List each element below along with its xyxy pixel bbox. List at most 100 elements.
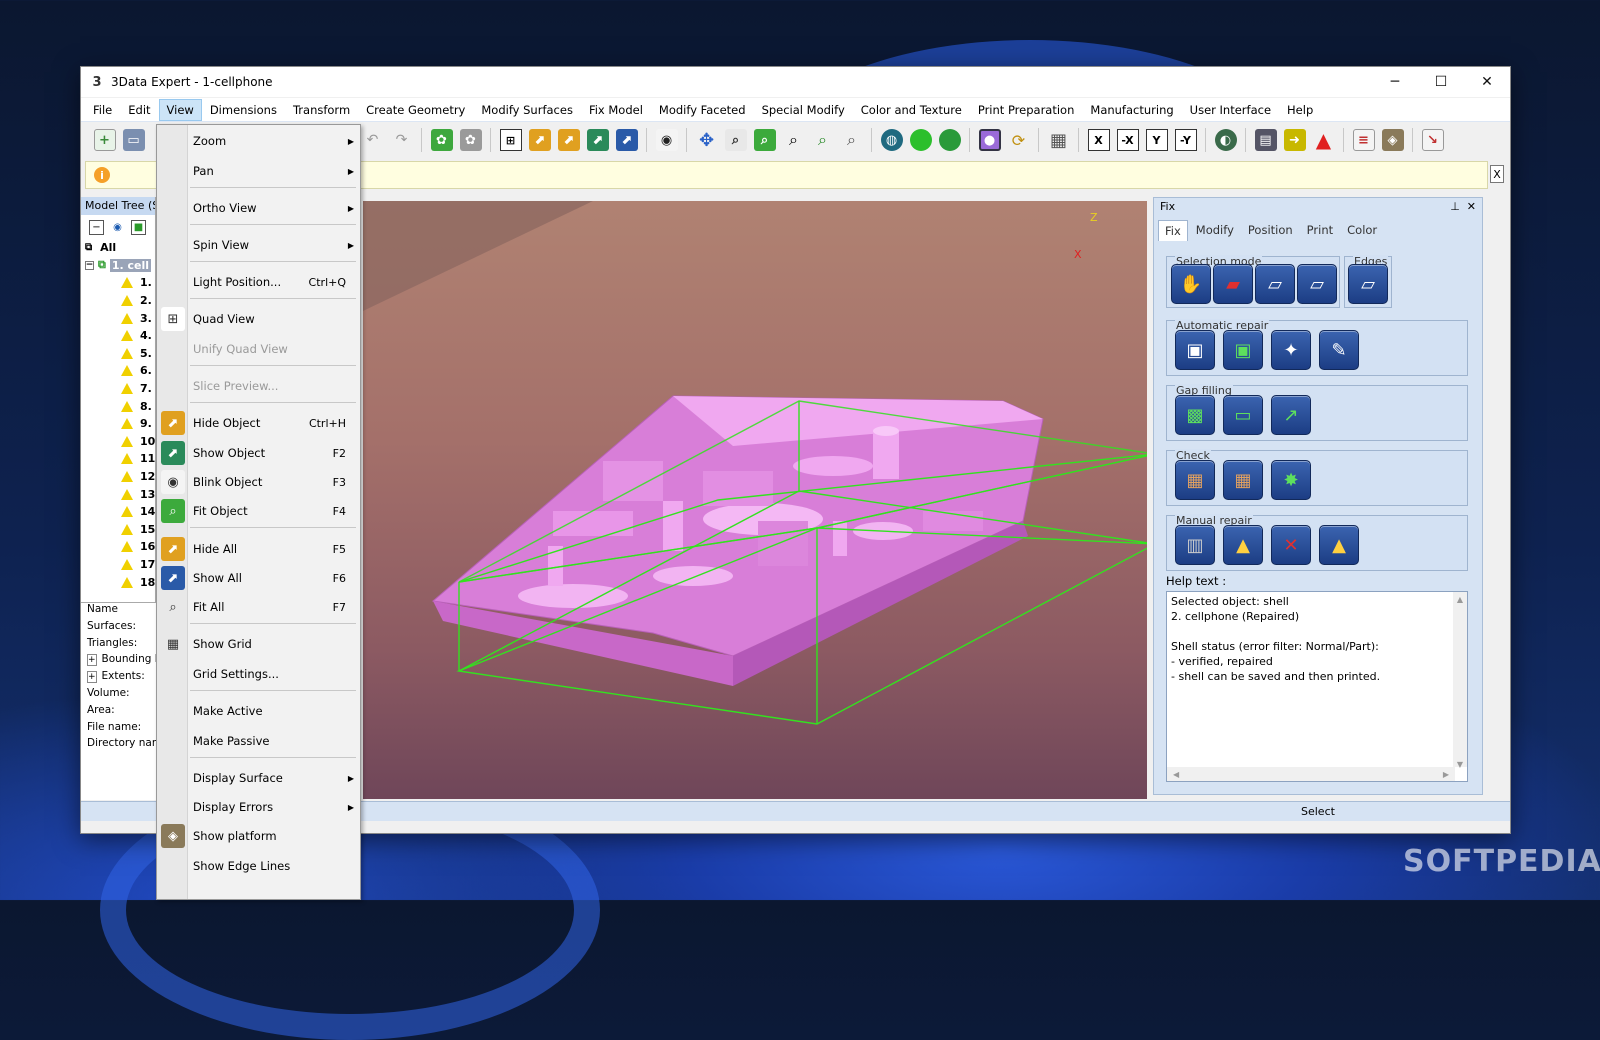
tree-shell-item[interactable]: 14 (81, 503, 155, 521)
show-all-button[interactable]: ⬈ (613, 127, 640, 154)
measure-button[interactable]: ↘ (1419, 127, 1446, 154)
tree-shell-item[interactable]: 18 (81, 573, 155, 591)
view-menu-item[interactable]: Show Edge Lines (157, 852, 360, 880)
view-x-button[interactable]: X (1085, 127, 1112, 154)
auto-repair-wrench-button[interactable]: ✎ (1319, 330, 1359, 370)
view-menu-item[interactable]: Display Surface ▶ (157, 764, 360, 792)
tree-shell-item[interactable]: 13 (81, 485, 155, 503)
shaded-button[interactable] (907, 127, 934, 154)
hide-all-button[interactable]: ⬈ (584, 127, 611, 154)
minimize-button[interactable]: ─ (1372, 67, 1418, 97)
check-wall2-button[interactable]: ▦ (1223, 460, 1263, 500)
view-menu-item[interactable]: ⌕ Fit Object F4 (157, 497, 360, 525)
tree-shell-item[interactable]: 4. (81, 327, 155, 345)
show-object-button[interactable]: ⬈ (555, 127, 582, 154)
view-neg-x-button[interactable]: -X (1114, 127, 1141, 154)
view-menu-item[interactable]: Display Errors ▶ (157, 793, 360, 821)
menu-fix-model[interactable]: Fix Model (581, 99, 651, 121)
zoom-out-button[interactable]: ⌕ (838, 127, 865, 154)
tab-print[interactable]: Print (1301, 220, 1339, 241)
zoom-window-button[interactable]: ⌕ (722, 127, 749, 154)
tree-shell-item[interactable]: 6. (81, 362, 155, 380)
tree-shell-item[interactable]: 5. (81, 345, 155, 363)
select-point-button[interactable]: ▱ (1297, 264, 1337, 304)
shaded-edges-button[interactable] (936, 127, 963, 154)
fit-all-button[interactable]: ⌕ (751, 127, 778, 154)
tree-shell-item[interactable]: 17 (81, 556, 155, 574)
warning-button[interactable]: ▲ (1310, 127, 1337, 154)
menu-color-and-texture[interactable]: Color and Texture (853, 99, 970, 121)
show-grid-button[interactable]: ▦ (1045, 127, 1072, 154)
menu-dimensions[interactable]: Dimensions (202, 99, 285, 121)
view-menu-item[interactable]: Make Passive (157, 727, 360, 755)
close-button[interactable]: ✕ (1464, 67, 1510, 97)
fill-gap-button[interactable]: ▭ (1223, 395, 1263, 435)
tree-shell-item[interactable]: 10 (81, 433, 155, 451)
delete-button[interactable]: ▥ (1175, 525, 1215, 565)
view-menu-item[interactable]: Ortho View ▶ (157, 194, 360, 222)
auto-repair-cube-button[interactable]: ▣ (1175, 330, 1215, 370)
hide-object-button[interactable]: ⬈ (526, 127, 553, 154)
auto-repair-plane-button[interactable]: ✦ (1271, 330, 1311, 370)
check-intersections-button[interactable]: ✸ (1271, 460, 1311, 500)
menu-view[interactable]: View (158, 98, 202, 121)
tree-shell-item[interactable]: 1. (81, 274, 155, 292)
menu-edit[interactable]: Edit (120, 99, 158, 121)
tree-shell-item[interactable]: 8. (81, 397, 155, 415)
menu-modify-faceted[interactable]: Modify Faceted (651, 99, 754, 121)
pan-button[interactable]: ✥ (693, 127, 720, 154)
menu-create-geometry[interactable]: Create Geometry (358, 99, 473, 121)
menu-file[interactable]: File (85, 99, 120, 121)
tree-shell-item[interactable]: 12 (81, 468, 155, 486)
view-menu-item[interactable]: Pan ▶ (157, 157, 360, 185)
report-button[interactable]: ≡ (1350, 127, 1377, 154)
view-menu-item[interactable]: ⊞ Quad View (157, 305, 360, 333)
tree-shell-item[interactable]: 11 (81, 450, 155, 468)
eye-icon[interactable]: ◉ (110, 220, 125, 235)
view-menu-item[interactable]: Light Position... Ctrl+Q (157, 268, 360, 296)
group-button[interactable]: ✿ (428, 127, 455, 154)
platform-button[interactable]: ◈ (1379, 127, 1406, 154)
collapse-icon[interactable]: − (89, 219, 104, 235)
ungroup-button[interactable]: ✿ (457, 127, 484, 154)
add-triangle-button[interactable]: ▲ (1223, 525, 1263, 565)
menu-manufacturing[interactable]: Manufacturing (1082, 99, 1181, 121)
tab-position[interactable]: Position (1242, 220, 1299, 241)
tree-shell-item[interactable]: 16 (81, 538, 155, 556)
prop-extents[interactable]: + Extents: (81, 670, 156, 687)
check-wall-button[interactable]: ▦ (1175, 460, 1215, 500)
view-menu-item[interactable]: ⬈ Hide Object Ctrl+H (157, 409, 360, 437)
view-menu-item[interactable]: ◉ Blink Object F3 (157, 468, 360, 496)
tab-fix[interactable]: Fix (1158, 220, 1188, 241)
tree-model[interactable]: − ⧉ 1. cell (81, 257, 155, 275)
menu-modify-surfaces[interactable]: Modify Surfaces (473, 99, 581, 121)
view-menu-item[interactable]: ▦ Show Grid (157, 630, 360, 658)
remove-triangle-button[interactable]: ✕ (1271, 525, 1311, 565)
edges-button[interactable]: ▱ (1348, 264, 1388, 304)
tab-modify[interactable]: Modify (1190, 220, 1240, 241)
wireframe-button[interactable]: ◍ (878, 127, 905, 154)
redo-button[interactable]: ↷ (388, 127, 415, 154)
tree-root[interactable]: ⧉ All (81, 239, 155, 257)
view-menu-item[interactable]: ⬈ Hide All F5 (157, 535, 360, 563)
view-menu-item[interactable]: Zoom ▶ (157, 127, 360, 155)
expand-icon[interactable]: − (85, 260, 94, 270)
fill-holes-button[interactable]: ▩ (1175, 395, 1215, 435)
view-menu-item[interactable]: Grid Settings... (157, 660, 360, 688)
zoom-button[interactable]: ⌕ (780, 127, 807, 154)
view-neg-y-button[interactable]: -Y (1172, 127, 1199, 154)
menu-print-preparation[interactable]: Print Preparation (970, 99, 1083, 121)
auto-repair-green-cube-button[interactable]: ▣ (1223, 330, 1263, 370)
help-horizontal-scrollbar[interactable]: ◀ ▶ (1167, 767, 1455, 781)
menu-transform[interactable]: Transform (285, 99, 358, 121)
view-menu-item[interactable]: ⬈ Show Object F2 (157, 439, 360, 467)
flip-triangle-button[interactable]: ▲ (1319, 525, 1359, 565)
new-file-button[interactable]: + (91, 127, 118, 154)
print-button[interactable]: ▭ (120, 127, 147, 154)
view-menu-item[interactable]: ⌕ Fit All F7 (157, 593, 360, 621)
view-menu-item[interactable]: Make Active (157, 697, 360, 725)
menu-user-interface[interactable]: User Interface (1182, 99, 1279, 121)
pin-close-icons[interactable]: ⊥ ✕ (1450, 200, 1476, 214)
stitch-button[interactable]: ↗ (1271, 395, 1311, 435)
viewport-canvas[interactable] (363, 201, 1147, 799)
